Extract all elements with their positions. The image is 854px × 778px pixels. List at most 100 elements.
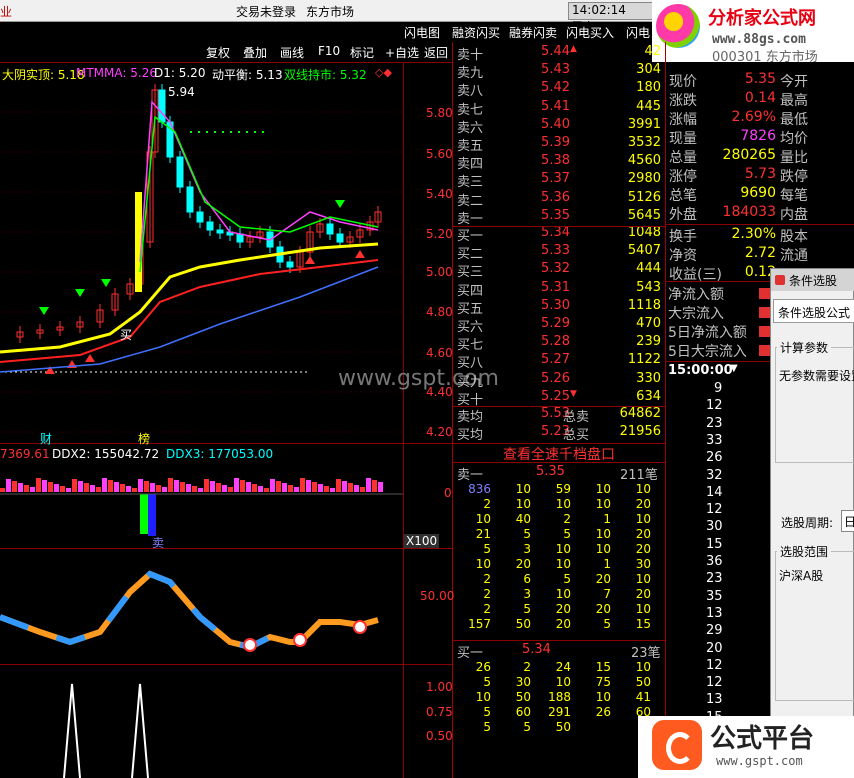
buy-level-row[interactable]: 买三 5.32 444	[455, 261, 665, 280]
full-depth-link[interactable]: 查看全速千档盘口	[455, 444, 663, 464]
depth-cell: 3	[523, 587, 531, 601]
depth-cell: 41	[635, 690, 651, 704]
buy-level-row[interactable]: 买八 5.27 1122	[455, 352, 665, 371]
depth-cell: 10	[595, 527, 611, 541]
ddx-bar	[84, 483, 89, 492]
menu-short-sell[interactable]: 融券闪卖	[509, 24, 557, 41]
tab-condition-formula[interactable]: 条件选股公式	[773, 299, 854, 323]
tick-volume: 33	[706, 432, 723, 448]
sell-level-row[interactable]: 卖一 5.35 5645	[455, 208, 665, 227]
sell-level-row[interactable]: 卖九 5.43 304	[455, 62, 665, 81]
kline-chart[interactable]: ◇◆	[0, 62, 452, 778]
chevron-down-icon[interactable]: ▼	[730, 363, 738, 374]
market-name: 东方市场	[306, 5, 355, 19]
buy-level-row[interactable]: 买五 5.30 1118	[455, 297, 665, 317]
sell-arrow-icon	[85, 354, 95, 362]
buy-arrow-icon	[39, 307, 49, 315]
depth-cell: 10	[555, 557, 571, 571]
sell1-count: 211笔	[620, 468, 658, 483]
ddx-bar	[300, 478, 305, 492]
level-price: 5.40	[541, 116, 570, 132]
sell-level-row[interactable]: 卖八 5.42 180	[455, 80, 665, 99]
depth-grid-row: 5 60 291 26 60	[455, 705, 665, 720]
moving-averages	[0, 100, 379, 373]
stat-value: 2.30%	[731, 226, 776, 242]
stat-key: 换手	[669, 229, 697, 245]
sell-level-row[interactable]: 卖六 5.40 3991	[455, 116, 665, 136]
level-price: 5.39	[541, 135, 570, 150]
btn-overlay[interactable]: 叠加	[243, 44, 267, 61]
stat-value: 5.35	[744, 71, 776, 87]
ddx-bar	[0, 488, 5, 492]
oscillator-line	[0, 570, 379, 652]
btn-back[interactable]: 返回	[424, 44, 448, 61]
condition-select-dialog[interactable]: 条件选股 条件选股公式 计算参数 无参数需要设置 选股周期: 日 选股范围 沪深…	[770, 268, 854, 778]
ddx-bar	[378, 482, 383, 492]
ddx-bar	[342, 481, 347, 492]
ddx-bar	[282, 483, 287, 492]
depth-cell: 10	[555, 497, 571, 511]
price-axis-label: 4.80	[426, 305, 453, 319]
ddx-bar	[228, 487, 233, 492]
sell-level-row[interactable]: 卖四 5.38 4560	[455, 153, 665, 172]
depth-cell: 10	[635, 512, 651, 526]
divider	[665, 42, 666, 778]
btn-add-watchlist[interactable]: +自选	[385, 44, 419, 61]
depth-grid-row: 10 40 2 1 10	[455, 512, 665, 527]
menu-flash-chart[interactable]: 闪电图	[404, 24, 440, 41]
btn-f10[interactable]: F10	[318, 44, 340, 58]
flow-bar	[759, 288, 770, 299]
stat-key: 涨跌	[669, 93, 697, 109]
buy-level-row[interactable]: 买一 5.34 1048	[455, 225, 665, 244]
sell-level-row[interactable]: 卖二 5.36 5126	[455, 190, 665, 209]
sell-level-row[interactable]: 卖五 5.39 3532	[455, 135, 665, 154]
level-name: 买二	[457, 247, 484, 263]
ddx-bar	[156, 485, 161, 492]
buy-level-row[interactable]: 买六 5.29 470	[455, 316, 665, 335]
diamond-icon: ◇◆	[375, 66, 392, 79]
ddx-scale[interactable]: X100	[404, 534, 440, 548]
rank-marker: 榜	[138, 432, 151, 446]
ddx-bar	[252, 484, 257, 492]
depth-grid-row: 157 50 20 5 15	[455, 617, 665, 632]
stat-row: 涨跌 0.14 最高	[668, 90, 854, 109]
candle	[336, 233, 344, 243]
menu-margin-buy[interactable]: 融资闪买	[452, 24, 500, 41]
level-price: 5.30	[541, 297, 570, 313]
tick-volume: 9	[714, 381, 723, 396]
range-value[interactable]: 沪深A股	[779, 567, 823, 584]
btn-draw-line[interactable]: 画线	[280, 44, 304, 61]
candle	[216, 229, 224, 234]
buy-level-row[interactable]: 买十 5.25 ▼ 634	[455, 388, 665, 408]
level-volume: 445	[636, 98, 661, 114]
depth-cell: 50	[515, 617, 531, 631]
buy-level-row[interactable]: 买七 5.28 239	[455, 334, 665, 353]
period-select[interactable]: 日	[841, 510, 854, 532]
price-axis-label: 5.40	[426, 187, 453, 201]
ma-line	[139, 115, 379, 273]
clock-time: 14:02:14	[572, 3, 626, 17]
buy1-name: 买一	[457, 646, 484, 661]
menu-flash-buy[interactable]: 闪电买入	[566, 24, 614, 41]
buy-level-row[interactable]: 买二 5.33 5407	[455, 243, 665, 263]
sell-level-row[interactable]: 卖三 5.37 2980	[455, 171, 665, 190]
depth-cell: 20	[555, 602, 571, 616]
btn-restore-rights[interactable]: 复权	[206, 44, 230, 61]
menu-flash-more[interactable]: 闪电	[626, 24, 650, 41]
sell-level-row[interactable]: 卖七 5.41 445	[455, 98, 665, 118]
depth-cell: 2	[523, 660, 531, 674]
ddx-bar	[54, 484, 59, 492]
level-price: 5.25	[541, 388, 570, 404]
sell-level-row[interactable]: 卖十 5.44 ▲ 42	[455, 44, 665, 63]
login-status[interactable]: 交易未登录	[236, 3, 296, 20]
level-volume: 634	[636, 388, 661, 404]
depth-cell: 10	[475, 690, 491, 704]
buy-level-row[interactable]: 买九 5.26 330	[455, 371, 665, 390]
depth-cell: 30	[635, 557, 651, 571]
depth-cell: 10	[635, 660, 651, 674]
btn-mark[interactable]: 标记	[350, 44, 374, 61]
buy-level-row[interactable]: 买四 5.31 543	[455, 280, 665, 299]
ddx-bar	[222, 485, 227, 492]
stat-key-2: 量比	[780, 150, 808, 166]
depth-cell: 2	[483, 497, 491, 511]
